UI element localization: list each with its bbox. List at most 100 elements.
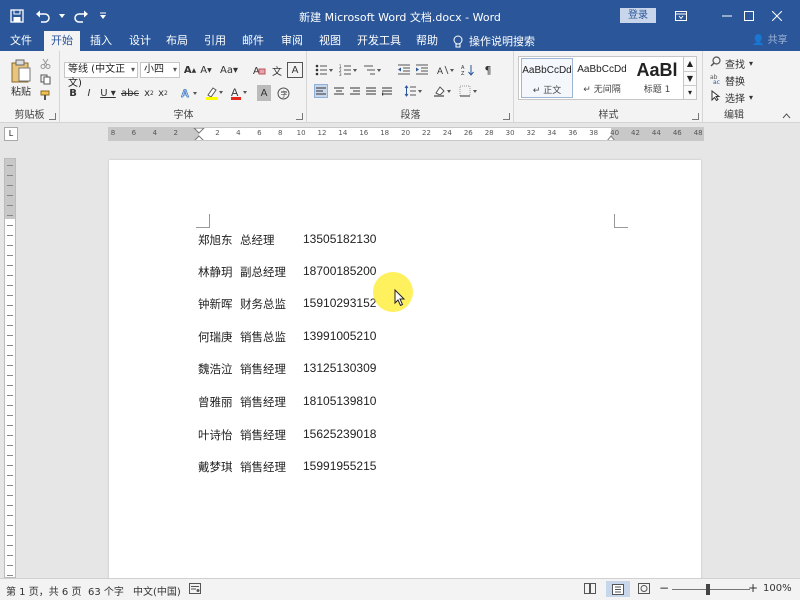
page-count[interactable]: 第 1 页，共 6 页 xyxy=(6,583,81,598)
style-gallery-scroll[interactable]: ▲ ▼ ▾ xyxy=(683,56,697,100)
decrease-indent-icon[interactable] xyxy=(396,62,412,78)
font-color-icon[interactable]: A xyxy=(229,85,251,101)
tab-review[interactable]: 审阅 xyxy=(275,31,309,51)
ruler-tick xyxy=(7,165,13,166)
font-size-combobox[interactable]: 小四 ▾ xyxy=(140,62,180,78)
font-name-combobox[interactable]: 等线 (中文正文) ▾ xyxy=(64,62,138,89)
web-layout-icon[interactable] xyxy=(638,583,650,597)
font-launcher-icon[interactable] xyxy=(296,113,303,120)
ribbon-display-options-icon[interactable] xyxy=(658,0,704,31)
superscript-icon[interactable]: x2 xyxy=(157,85,169,101)
tab-developer[interactable]: 开发工具 xyxy=(352,31,406,51)
grow-font-icon[interactable]: A ▲ xyxy=(183,62,197,78)
zoom-slider[interactable] xyxy=(672,589,750,590)
tab-mailings[interactable]: 邮件 xyxy=(236,31,270,51)
first-line-indent-marker[interactable] xyxy=(192,128,206,141)
print-layout-icon[interactable] xyxy=(606,581,630,597)
numbering-icon[interactable]: 123 xyxy=(338,62,360,78)
ruler-tick xyxy=(7,175,13,176)
clear-formatting-icon[interactable]: A xyxy=(251,62,267,78)
phonetic-guide-icon[interactable]: 文 xyxy=(269,62,285,78)
clipboard-launcher-icon[interactable] xyxy=(49,113,56,120)
zoom-out-icon[interactable]: − xyxy=(659,581,669,595)
tab-help[interactable]: 帮助 xyxy=(410,31,444,51)
share-button[interactable]: 👤 共享 xyxy=(752,31,788,51)
tab-file[interactable]: 文件 xyxy=(4,31,38,51)
shrink-font-icon[interactable]: A ▼ xyxy=(199,62,213,78)
select-button[interactable]: 选择 ▾ xyxy=(710,89,762,105)
justify-icon[interactable] xyxy=(364,84,378,98)
horizontal-ruler[interactable]: 8 6 4 2 2 4 6 8 10 12 14 16 18 20 22 24 26 28 30 32 34 36 38 40… xyxy=(108,127,704,141)
tab-layout[interactable]: 布局 xyxy=(160,31,194,51)
chevron-up-icon[interactable]: ▲ xyxy=(684,57,696,71)
ruler-tick xyxy=(7,245,13,246)
align-right-icon[interactable] xyxy=(348,84,362,98)
shading-icon[interactable] xyxy=(432,84,454,98)
styles-launcher-icon[interactable] xyxy=(692,113,699,120)
tab-design[interactable]: 设计 xyxy=(123,31,157,51)
vertical-ruler[interactable] xyxy=(4,158,16,578)
text-highlight-icon[interactable] xyxy=(203,85,227,101)
character-shading-icon[interactable]: A xyxy=(257,85,271,101)
gallery-more-icon[interactable]: ▾ xyxy=(684,85,696,99)
chevron-down-icon[interactable]: ▼ xyxy=(684,71,696,85)
cut-icon[interactable] xyxy=(38,56,52,70)
ruler-tick xyxy=(7,475,13,476)
word-count[interactable]: 63 个字 xyxy=(88,583,124,598)
tab-home[interactable]: 开始 xyxy=(44,31,80,51)
underline-icon[interactable]: U ▾ xyxy=(99,85,117,101)
language[interactable]: 中文(中国) xyxy=(133,583,181,598)
bold-icon[interactable]: B xyxy=(67,85,79,101)
find-button[interactable]: 查找 ▾ xyxy=(710,55,762,71)
lightbulb-icon xyxy=(453,35,463,47)
tell-me-search[interactable]: 操作说明搜索 xyxy=(453,31,535,51)
borders-icon[interactable] xyxy=(458,84,480,98)
tab-references[interactable]: 引用 xyxy=(198,31,232,51)
increase-indent-icon[interactable] xyxy=(414,62,430,78)
paste-button[interactable]: 粘贴 xyxy=(6,55,36,101)
sort-icon[interactable]: AZ xyxy=(460,62,476,78)
subscript-icon[interactable]: x2 xyxy=(143,85,155,101)
login-button[interactable]: 登录 xyxy=(620,8,656,23)
line-spacing-icon[interactable] xyxy=(402,84,424,98)
contact-title: 销售经理 xyxy=(240,460,286,474)
zoom-level[interactable]: 100% xyxy=(763,583,792,594)
zoom-slider-thumb[interactable] xyxy=(706,584,710,595)
zoom-in-icon[interactable]: + xyxy=(748,581,758,595)
macro-recording-icon[interactable] xyxy=(189,583,201,597)
bullets-icon[interactable] xyxy=(314,62,336,78)
tab-insert[interactable]: 插入 xyxy=(84,31,118,51)
style-normal[interactable]: AaBbCcDd ↵ 正文 xyxy=(521,58,573,98)
copy-icon[interactable] xyxy=(38,72,52,86)
collapse-ribbon-icon[interactable] xyxy=(780,111,792,121)
close-icon[interactable] xyxy=(754,0,800,31)
distributed-icon[interactable] xyxy=(380,84,394,98)
text-effects-icon[interactable]: A xyxy=(179,85,201,101)
show-marks-icon[interactable]: ¶ xyxy=(480,62,496,78)
paragraph-launcher-icon[interactable] xyxy=(503,113,510,120)
enclose-characters-icon[interactable]: 字 xyxy=(275,85,291,101)
ruler-tick-label: 42 xyxy=(631,129,640,137)
ruler-tick-label: 38 xyxy=(589,129,599,137)
format-painter-icon[interactable] xyxy=(38,88,52,102)
chinese-layout-icon[interactable]: A xyxy=(436,62,456,78)
style-no-spacing[interactable]: AaBbCcDd ↵ 无间隔 xyxy=(576,58,628,98)
change-case-icon[interactable]: Aa▾ xyxy=(219,62,239,78)
italic-icon[interactable]: I xyxy=(83,85,95,101)
replace-button[interactable]: ab ac 替换 xyxy=(710,72,762,88)
align-left-icon[interactable] xyxy=(314,84,328,98)
clipboard-icon xyxy=(11,59,31,82)
ruler-tick xyxy=(7,495,13,496)
strikethrough-icon[interactable]: abc xyxy=(121,85,139,101)
read-mode-icon[interactable] xyxy=(584,583,596,597)
character-border-icon[interactable]: A xyxy=(287,62,303,78)
contact-title: 副总经理 xyxy=(240,265,286,279)
style-heading-1[interactable]: AaBl 标题 1 xyxy=(631,58,683,98)
chevron-down-icon: ▾ xyxy=(130,65,135,74)
tab-view[interactable]: 视图 xyxy=(313,31,347,51)
align-center-icon[interactable] xyxy=(332,84,346,98)
contact-title: 销售总监 xyxy=(240,330,286,344)
contact-title: 销售经理 xyxy=(240,428,286,442)
tab-selector-icon[interactable]: L xyxy=(4,127,18,141)
multilevel-list-icon[interactable] xyxy=(362,62,384,78)
